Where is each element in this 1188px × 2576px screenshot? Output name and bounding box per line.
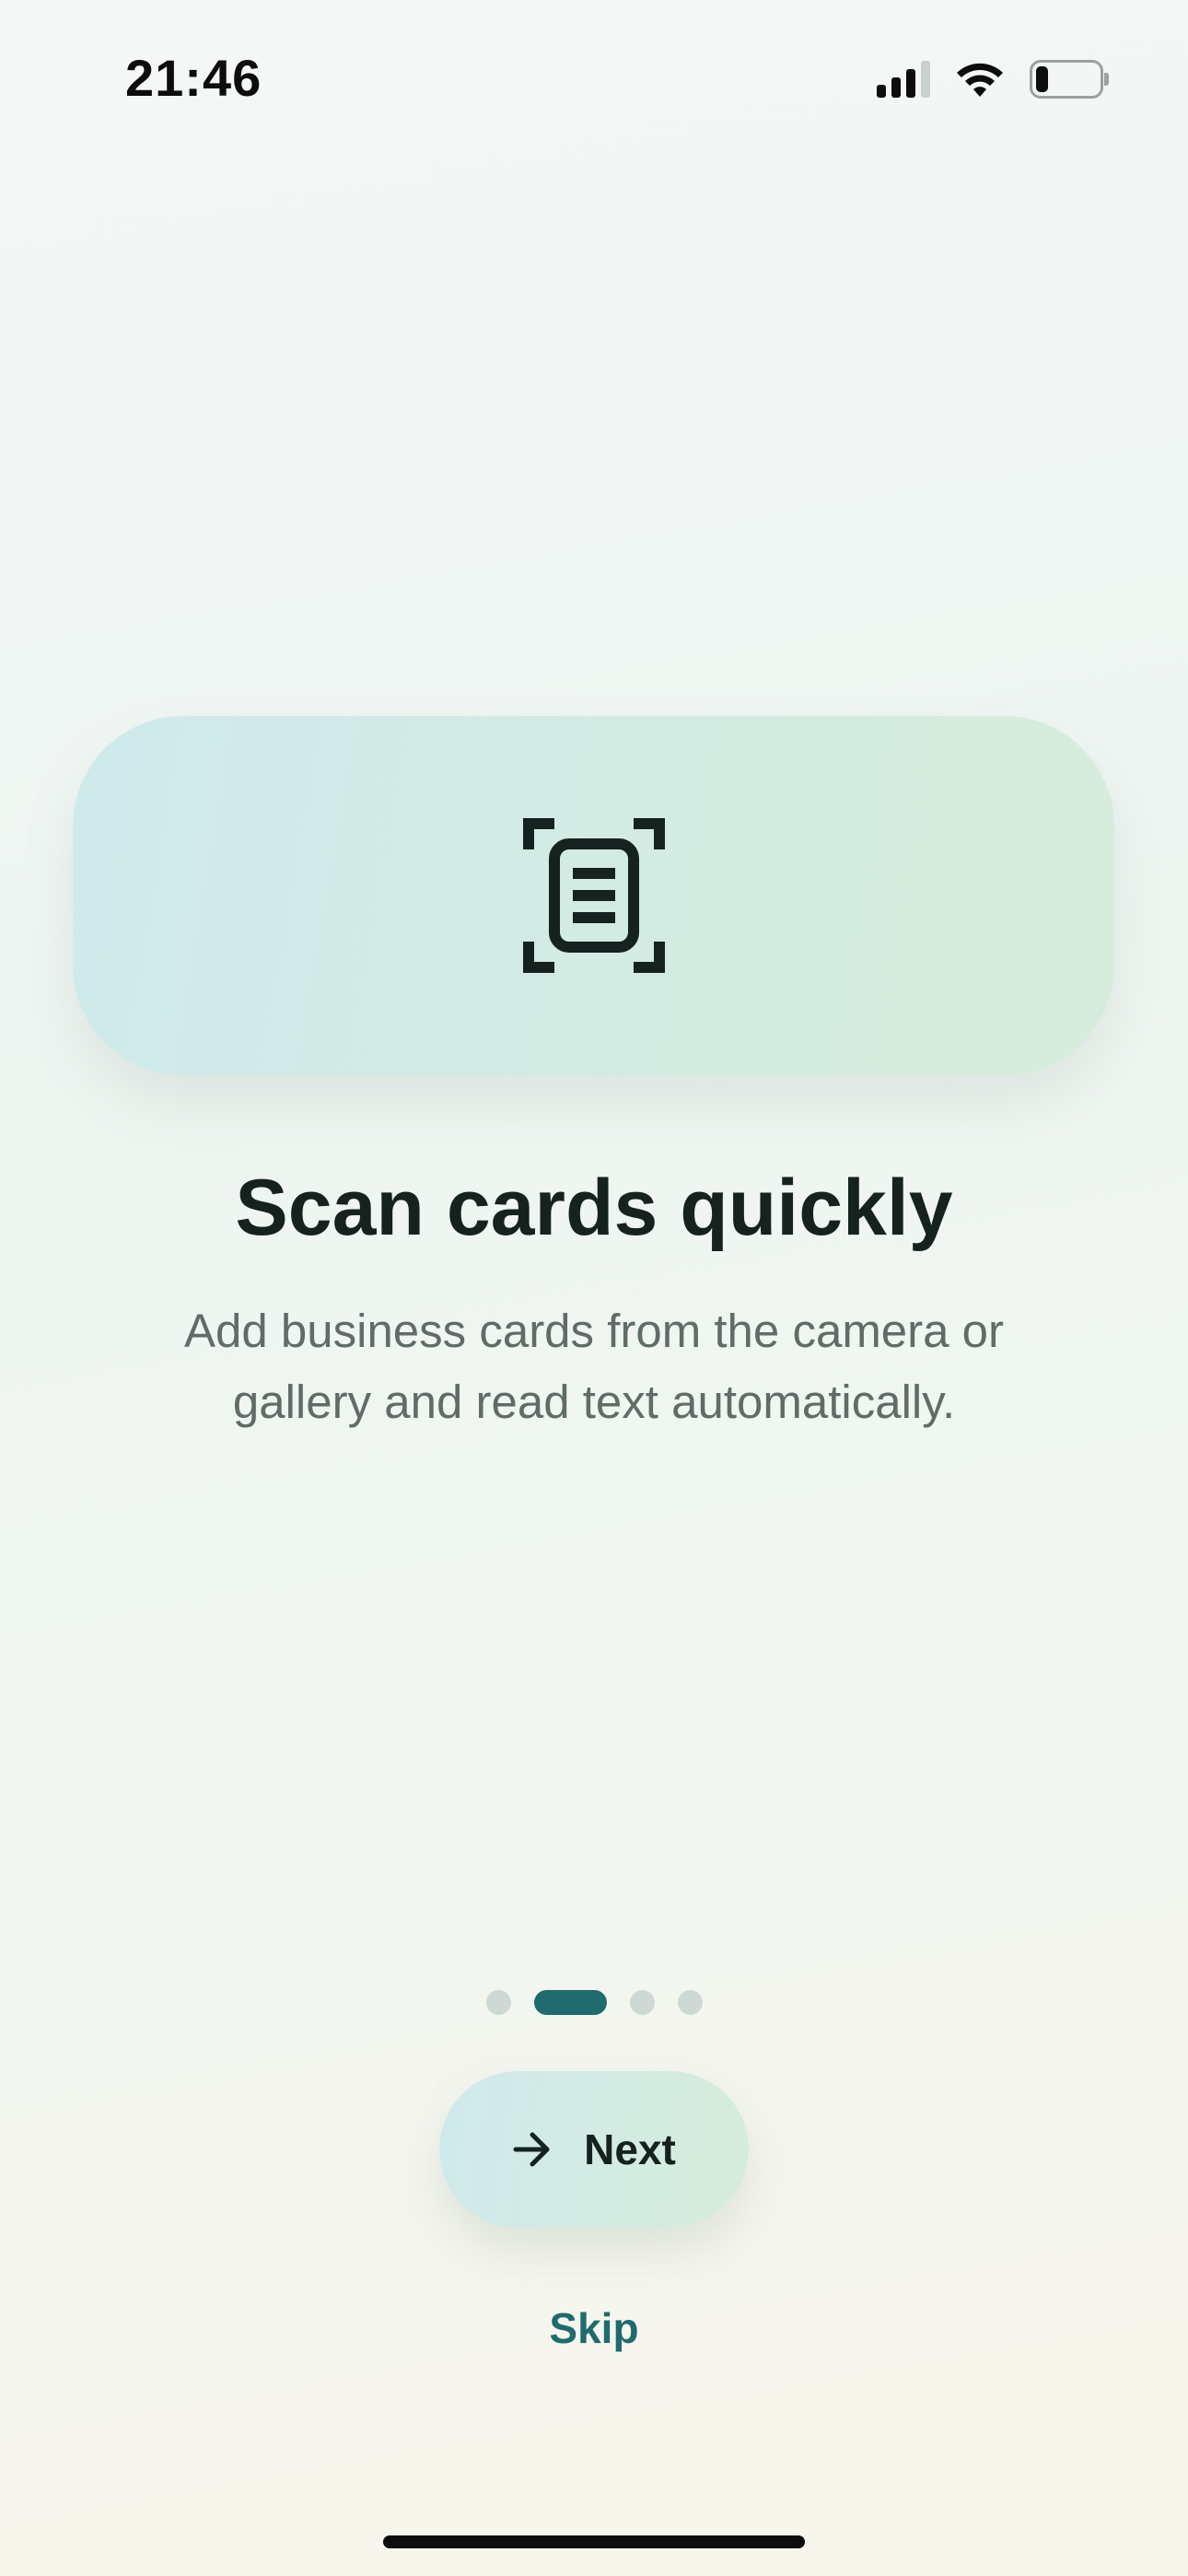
status-time: 21:46 [125, 49, 262, 107]
onboarding-subtitle: Add business cards from the camera or ga… [183, 1305, 1005, 1428]
next-button[interactable]: Next [439, 2071, 749, 2228]
arrow-right-icon [512, 2131, 553, 2168]
page-dot-active[interactable] [533, 1990, 607, 2015]
page-dot[interactable] [485, 1990, 511, 2015]
battery-icon [1030, 60, 1109, 99]
status-icons [877, 57, 1109, 101]
status-bar: 21:46 [0, 0, 1188, 157]
onboarding-title: Scan cards quickly [235, 1164, 953, 1252]
page-indicator [0, 1990, 1188, 2015]
battery-fill [1036, 66, 1048, 92]
document-scan-icon [523, 818, 665, 973]
home-indicator[interactable] [383, 2535, 805, 2548]
skip-link[interactable]: Skip [0, 2303, 1188, 2353]
page-dot[interactable] [677, 1990, 703, 2015]
signal-icon [877, 61, 930, 98]
wifi-icon [954, 60, 1006, 99]
page-dot[interactable] [629, 1990, 655, 2015]
next-button-label: Next [584, 2125, 676, 2173]
